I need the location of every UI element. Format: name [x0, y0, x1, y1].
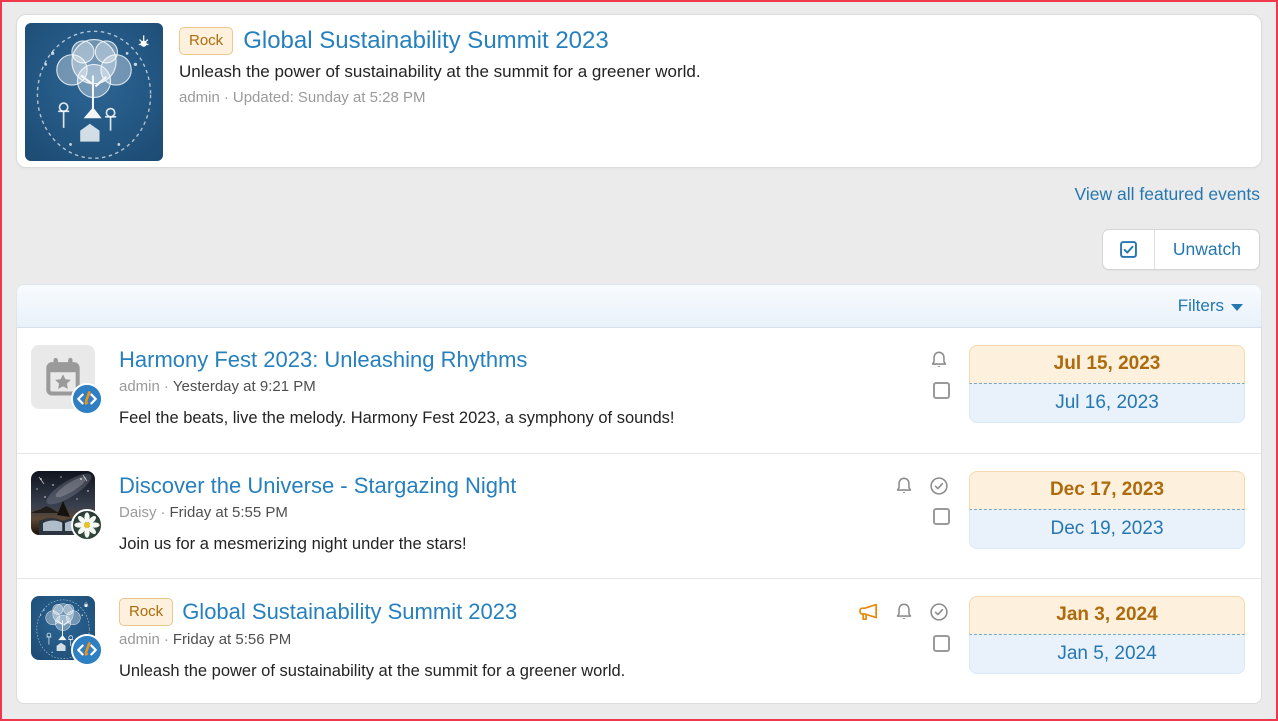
- featured-event-meta: admin·Updated: Sunday at 5:28 PM: [179, 89, 701, 106]
- checked-checkbox-icon: [1118, 239, 1139, 260]
- event-title-link[interactable]: Harmony Fest 2023: Unleashing Rhythms: [119, 347, 527, 373]
- featured-event-card[interactable]: Rock Global Sustainability Summit 2023 U…: [16, 14, 1262, 168]
- page-container: Rock Global Sustainability Summit 2023 U…: [2, 2, 1276, 704]
- event-time: Friday at 5:55 PM: [170, 504, 288, 521]
- filters-bar: Filters: [16, 284, 1262, 328]
- event-end-date[interactable]: Dec 19, 2023: [969, 510, 1245, 549]
- event-select-checkbox[interactable]: [933, 508, 950, 525]
- event-thumbnail-wrap[interactable]: [31, 471, 95, 535]
- unwatch-split-button[interactable]: Unwatch: [1102, 229, 1260, 270]
- blue-folk-art-tree-image: [25, 23, 163, 161]
- event-end-date[interactable]: Jul 16, 2023: [969, 384, 1245, 423]
- featured-event-body: Rock Global Sustainability Summit 2023 U…: [163, 23, 707, 159]
- event-thumbnail-wrap[interactable]: [31, 345, 95, 409]
- event-row: Rock Global Sustainability Summit 2023 a…: [17, 578, 1261, 703]
- events-page: { "featured": { "badge": "Rock", "title"…: [0, 0, 1278, 721]
- event-start-date[interactable]: Jul 15, 2023: [969, 345, 1245, 384]
- meta-separator: ·: [161, 504, 166, 521]
- event-time: Yesterday at 9:21 PM: [173, 378, 316, 395]
- meta-separator: ·: [224, 89, 229, 106]
- bell-icon[interactable]: [928, 349, 950, 371]
- featured-event-title-link[interactable]: Global Sustainability Summit 2023: [243, 27, 609, 55]
- view-all-row: View all featured events: [16, 184, 1262, 205]
- featured-updated-time: Updated: Sunday at 5:28 PM: [233, 89, 426, 106]
- filters-menu-button[interactable]: Filters: [1178, 296, 1243, 316]
- event-time: Friday at 5:56 PM: [173, 631, 291, 648]
- event-row-icons: [893, 471, 950, 561]
- event-end-date[interactable]: Jan 5, 2024: [969, 635, 1245, 674]
- event-main: Rock Global Sustainability Summit 2023 a…: [119, 596, 856, 686]
- event-row: Discover the Universe - Stargazing Night…: [17, 453, 1261, 578]
- featured-author[interactable]: admin: [179, 89, 220, 106]
- event-meta: Daisy·Friday at 5:55 PM: [119, 504, 893, 521]
- event-meta: admin·Yesterday at 9:21 PM: [119, 378, 928, 395]
- event-select-checkbox[interactable]: [933, 635, 950, 652]
- event-main: Harmony Fest 2023: Unleashing Rhythms ad…: [119, 345, 928, 436]
- event-description: Unleash the power of sustainability at t…: [119, 662, 856, 681]
- event-row-icons: [928, 345, 950, 436]
- event-title-link[interactable]: Discover the Universe - Stargazing Night: [119, 473, 516, 499]
- megaphone-icon[interactable]: [856, 600, 880, 624]
- event-prefix-badge[interactable]: Rock: [179, 27, 233, 55]
- event-thumbnail-wrap[interactable]: [31, 596, 95, 660]
- event-author[interactable]: Daisy: [119, 504, 157, 521]
- bell-icon[interactable]: [893, 601, 915, 623]
- event-date-range: Jan 3, 2024 Jan 5, 2024: [969, 596, 1245, 686]
- event-start-date[interactable]: Dec 17, 2023: [969, 471, 1245, 510]
- event-author[interactable]: admin: [119, 631, 160, 648]
- meta-separator: ·: [164, 631, 169, 648]
- event-author[interactable]: admin: [119, 378, 160, 395]
- watch-checkbox-segment[interactable]: [1103, 230, 1155, 269]
- meta-separator: ·: [164, 378, 169, 395]
- event-row-icons: [856, 596, 950, 686]
- view-all-featured-events-link[interactable]: View all featured events: [1075, 184, 1261, 204]
- event-main: Discover the Universe - Stargazing Night…: [119, 471, 893, 561]
- event-list-block: Filters Harmony Fest 2023: Unleashing: [16, 284, 1262, 704]
- code-paintbrush-badge-icon: [71, 383, 103, 415]
- filters-label: Filters: [1178, 296, 1224, 316]
- featured-event-thumbnail[interactable]: [25, 23, 163, 161]
- event-list: Harmony Fest 2023: Unleashing Rhythms ad…: [16, 328, 1262, 704]
- chevron-down-icon: [1231, 304, 1243, 311]
- event-description: Feel the beats, live the melody. Harmony…: [119, 409, 928, 428]
- check-circle-icon[interactable]: [928, 601, 950, 623]
- event-title-link[interactable]: Global Sustainability Summit 2023: [182, 599, 517, 625]
- event-row: Harmony Fest 2023: Unleashing Rhythms ad…: [17, 328, 1261, 453]
- event-description: Join us for a mesmerizing night under th…: [119, 535, 893, 554]
- code-paintbrush-badge-icon: [71, 634, 103, 666]
- check-circle-icon[interactable]: [928, 475, 950, 497]
- unwatch-button-label[interactable]: Unwatch: [1155, 230, 1259, 269]
- bell-icon[interactable]: [893, 475, 915, 497]
- featured-event-description: Unleash the power of sustainability at t…: [179, 62, 701, 82]
- event-meta: admin·Friday at 5:56 PM: [119, 631, 856, 648]
- event-select-checkbox[interactable]: [933, 382, 950, 399]
- event-date-range: Jul 15, 2023 Jul 16, 2023: [969, 345, 1245, 436]
- event-date-range: Dec 17, 2023 Dec 19, 2023: [969, 471, 1245, 561]
- daisy-avatar: [71, 509, 103, 541]
- event-prefix-badge[interactable]: Rock: [119, 598, 173, 626]
- featured-title-line: Rock Global Sustainability Summit 2023: [179, 27, 701, 55]
- watch-button-row: Unwatch: [16, 229, 1262, 270]
- event-start-date[interactable]: Jan 3, 2024: [969, 596, 1245, 635]
